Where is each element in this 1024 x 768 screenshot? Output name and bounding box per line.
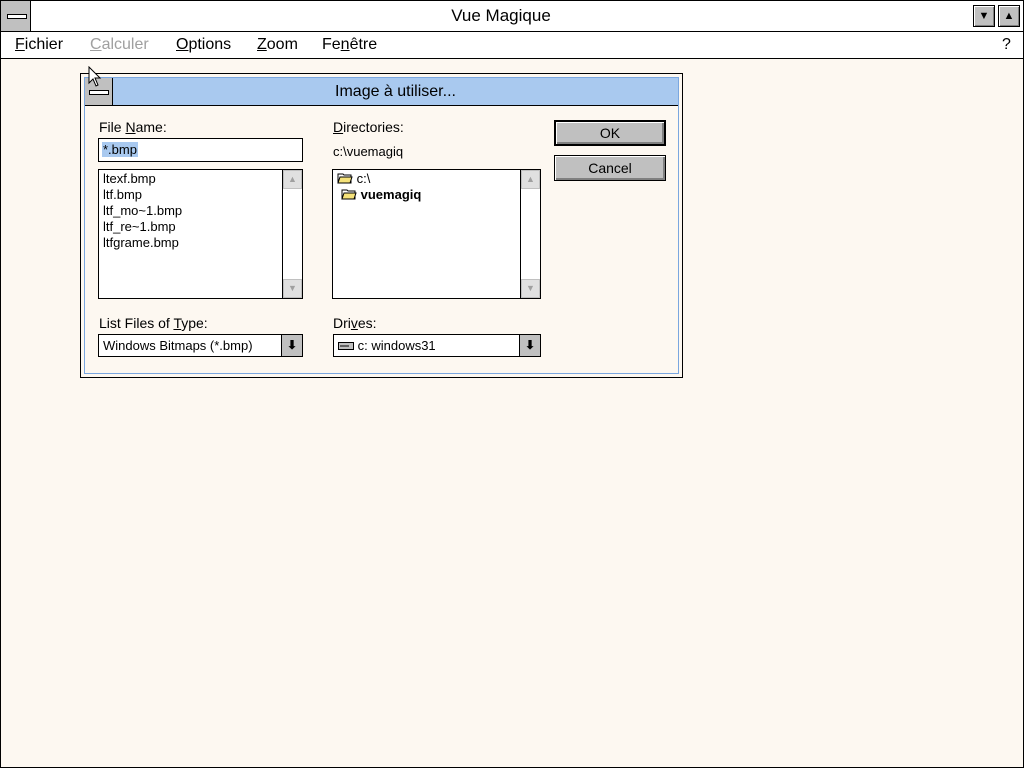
directory-list-scrollbar[interactable]: ▲ ▼ <box>520 170 540 298</box>
scroll-up-icon[interactable]: ▲ <box>283 170 302 189</box>
menu-options[interactable]: Options <box>176 36 231 54</box>
drive-label: c: windows31 <box>357 338 436 353</box>
menu-accel: F <box>15 36 25 53</box>
menu-accel: Z <box>257 36 267 53</box>
scroll-down-icon[interactable]: ▼ <box>283 279 302 298</box>
file-type-value: Windows Bitmaps (*.bmp) <box>103 338 253 353</box>
menu-zoom[interactable]: Zoom <box>257 36 298 54</box>
minimize-button[interactable]: ▼ <box>973 5 995 27</box>
menu-help[interactable]: ? <box>1002 36 1011 54</box>
file-list-scrollbar[interactable]: ▲ ▼ <box>282 170 302 298</box>
list-item[interactable]: ltf.bmp <box>103 187 142 202</box>
label-text: ame: <box>135 119 167 135</box>
label-text: List Files of <box>99 315 174 331</box>
file-type-label: List Files of Type: <box>99 315 208 331</box>
label-text: es: <box>357 315 377 331</box>
directories-label: Directories: <box>333 119 404 135</box>
dialog-title: Image à utiliser... <box>335 83 456 100</box>
open-folder-icon <box>341 189 357 200</box>
menu-fenetre[interactable]: Fenêtre <box>322 36 377 54</box>
system-menu-button[interactable] <box>1 1 31 31</box>
menu-label: Fe <box>322 36 341 53</box>
label-text: File <box>99 119 126 135</box>
arrow-down-icon: ▼ <box>978 10 990 22</box>
dialog-title-bar: Image à utiliser... <box>85 78 678 106</box>
dropdown-arrow-icon[interactable]: ⬇ <box>281 335 302 356</box>
menu-fichier[interactable]: Fichier <box>15 36 63 54</box>
menu-bar: Fichier Calculer Options Zoom Fenêtre ? <box>1 32 1023 59</box>
cancel-button[interactable]: Cancel <box>554 155 666 181</box>
title-bar: Vue Magique ▼ ▲ <box>1 1 1023 32</box>
open-folder-icon <box>337 173 353 184</box>
file-name-input[interactable]: *.bmp <box>98 138 303 162</box>
menu-accel: O <box>176 36 189 53</box>
file-name-label: File Name: <box>99 119 167 135</box>
list-item[interactable]: ltf_re~1.bmp <box>103 219 176 234</box>
menu-label: ptions <box>188 36 232 53</box>
list-item[interactable]: vuemagiq <box>341 187 421 202</box>
ok-button[interactable]: OK <box>554 120 666 146</box>
scroll-up-icon[interactable]: ▲ <box>521 170 540 189</box>
drives-label: Drives: <box>333 315 377 331</box>
file-list[interactable]: ltexf.bmp ltf.bmp ltf_mo~1.bmp ltf_re~1.… <box>98 169 303 299</box>
dropdown-arrow-icon[interactable]: ⬇ <box>519 335 540 356</box>
current-directory: c:\vuemagiq <box>333 144 404 159</box>
menu-label: être <box>349 36 378 53</box>
menu-accel: C <box>90 36 102 53</box>
window-title: Vue Magique <box>451 6 551 25</box>
drives-select[interactable]: c: windows31 ⬇ <box>333 334 541 357</box>
scroll-down-icon[interactable]: ▼ <box>521 279 540 298</box>
menu-label: oom <box>266 36 298 53</box>
list-item[interactable]: ltf_mo~1.bmp <box>103 203 182 218</box>
dir-label: c:\ <box>356 171 371 186</box>
drive-value: c: windows31 <box>338 338 436 353</box>
system-menu-icon <box>7 14 27 19</box>
dir-label: vuemagiq <box>360 187 422 202</box>
directory-list[interactable]: c:\ vuemagiq ▲ ▼ <box>332 169 541 299</box>
arrow-up-icon: ▲ <box>1003 10 1015 22</box>
menu-accel: n <box>340 36 350 53</box>
file-name-value: *.bmp <box>102 142 138 157</box>
menu-calculer[interactable]: Calculer <box>90 36 149 54</box>
label-text: Dri <box>333 315 351 331</box>
list-item[interactable]: ltfgrame.bmp <box>103 235 179 250</box>
maximize-button[interactable]: ▲ <box>998 5 1020 27</box>
menu-label: alculer <box>101 36 149 53</box>
label-accel: D <box>333 119 344 135</box>
list-item[interactable]: c:\ <box>337 171 370 186</box>
label-text: irectories: <box>343 119 404 135</box>
file-type-select[interactable]: Windows Bitmaps (*.bmp) ⬇ <box>98 334 303 357</box>
hard-drive-icon <box>338 342 354 350</box>
open-image-dialog: Image à utiliser... File Name: *.bmp lte… <box>80 73 683 378</box>
mouse-cursor-icon <box>88 66 102 87</box>
label-accel: N <box>125 119 136 135</box>
system-menu-icon <box>89 90 109 95</box>
label-text: ype: <box>181 315 208 331</box>
list-item[interactable]: ltexf.bmp <box>103 171 156 186</box>
menu-label: ichier <box>24 36 64 53</box>
label-accel: v <box>350 315 358 331</box>
